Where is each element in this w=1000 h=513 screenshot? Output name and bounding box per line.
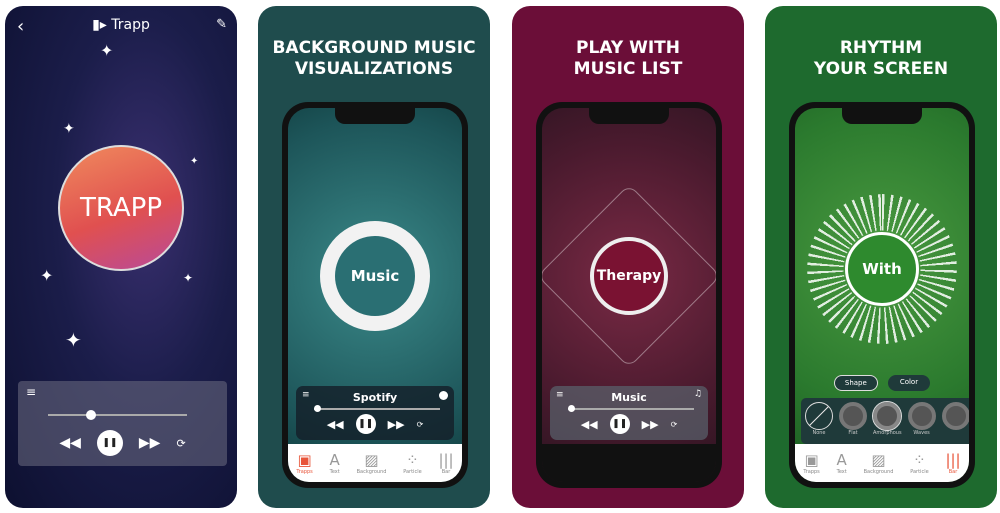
fast-forward-icon[interactable]: ▶▶ [388,418,405,431]
tab-particle[interactable]: ⁘ Particle [910,451,928,475]
pause-button[interactable]: ❚❚ [609,414,630,434]
heading: PLAY WITH MUSIC LIST [573,38,683,79]
music-orb: Music [335,236,415,317]
bottom-tabs: ▣ Trapps A Text ▨ Background ⁘ Particle ||| B… [288,444,462,482]
player-panel: ≡ Music ♫ ◀◀ ❚❚ ▶▶ ⟳ [550,386,708,440]
bottom-tabs: ▣ Trapps A Text ▨ Background ⁘ Particle ||| B… [795,444,969,482]
shape-more[interactable] [941,402,969,440]
heading: BACKGROUND MUSIC VISUALIZATIONS [272,38,476,79]
phone-mockup: Therapy ≡ Music ♫ ◀◀ ❚❚ ▶▶ ⟳ [536,102,722,488]
tab-text[interactable]: A Text [837,451,847,475]
tab-trapps[interactable]: ▣ Trapps [296,451,312,475]
spotify-icon [439,391,448,400]
tab-background[interactable]: ▨ Background [357,451,387,475]
waveform-logo-icon: ▮▸ [92,17,112,33]
phone-mockup: With Shape Color None Flat Amorphous Wav… [789,102,975,488]
shape-picker: None Flat Amorphous Waves [801,398,969,444]
trapp-orb: TRAPP [58,145,184,271]
tab-particle[interactable]: ⁘ Particle [403,451,421,475]
pause-button[interactable]: ❚❚ [96,430,123,456]
rewind-icon[interactable]: ◀◀ [327,418,344,431]
repeat-icon[interactable]: ⟳ [417,420,424,429]
shape-none[interactable]: None [805,402,833,440]
screenshot-rhythm: RHYTHM YOUR SCREEN With Shape Color None… [765,6,997,508]
music-note-icon: ♫ [693,389,702,399]
shape-waves[interactable]: Waves [907,402,936,440]
repeat-icon[interactable]: ⟳ [671,420,678,429]
tab-bar[interactable]: ||| Bar [945,451,960,475]
fast-forward-icon[interactable]: ▶▶ [139,435,161,451]
tab-background[interactable]: ▨ Background [864,451,894,475]
player-panel: ≡ ◀◀ ❚❚ ▶▶ ⟳ [18,381,227,466]
shape-amorphous[interactable]: Amorphous [872,401,903,440]
shape-flat[interactable]: Flat [839,402,867,440]
tab-bar[interactable]: ||| Bar [438,451,453,475]
rewind-icon[interactable]: ◀◀ [581,418,598,431]
with-orb: With [845,231,919,306]
edit-icon[interactable]: ✎ [216,17,227,32]
shape-toggle[interactable]: Shape [833,375,878,391]
menu-icon[interactable]: ≡ [26,385,36,399]
color-toggle[interactable]: Color [887,375,931,391]
screenshot-visualizations: BACKGROUND MUSIC VISUALIZATIONS Music ≡ S… [258,6,490,508]
therapy-orb: Therapy [590,237,668,316]
pause-button[interactable]: ❚❚ [355,414,376,434]
rewind-icon[interactable]: ◀◀ [59,435,81,451]
tab-trapps[interactable]: ▣ Trapps [803,451,819,475]
player-panel: ≡ Spotify ◀◀ ❚❚ ▶▶ ⟳ [296,386,454,440]
fast-forward-icon[interactable]: ▶▶ [642,418,659,431]
app-title: ▮▸ Trapp [92,17,150,33]
repeat-icon[interactable]: ⟳ [176,437,185,450]
screenshot-music-list: PLAY WITH MUSIC LIST Therapy ≡ Music ♫ ◀◀ ❚… [512,6,744,508]
screenshot-trapp-home: ‹ ▮▸ Trapp ✎ ✦ ✦ ✦ ✦ ✦ ✦ TRAPP ≡ ◀◀ ❚❚ ▶… [5,6,237,508]
heading: RHYTHM YOUR SCREEN [813,38,949,79]
phone-mockup: Music ≡ Spotify ◀◀ ❚❚ ▶▶ ⟳ ▣ Trapps A Text ▨ Ba… [282,102,468,488]
tab-text[interactable]: A Text [330,451,340,475]
